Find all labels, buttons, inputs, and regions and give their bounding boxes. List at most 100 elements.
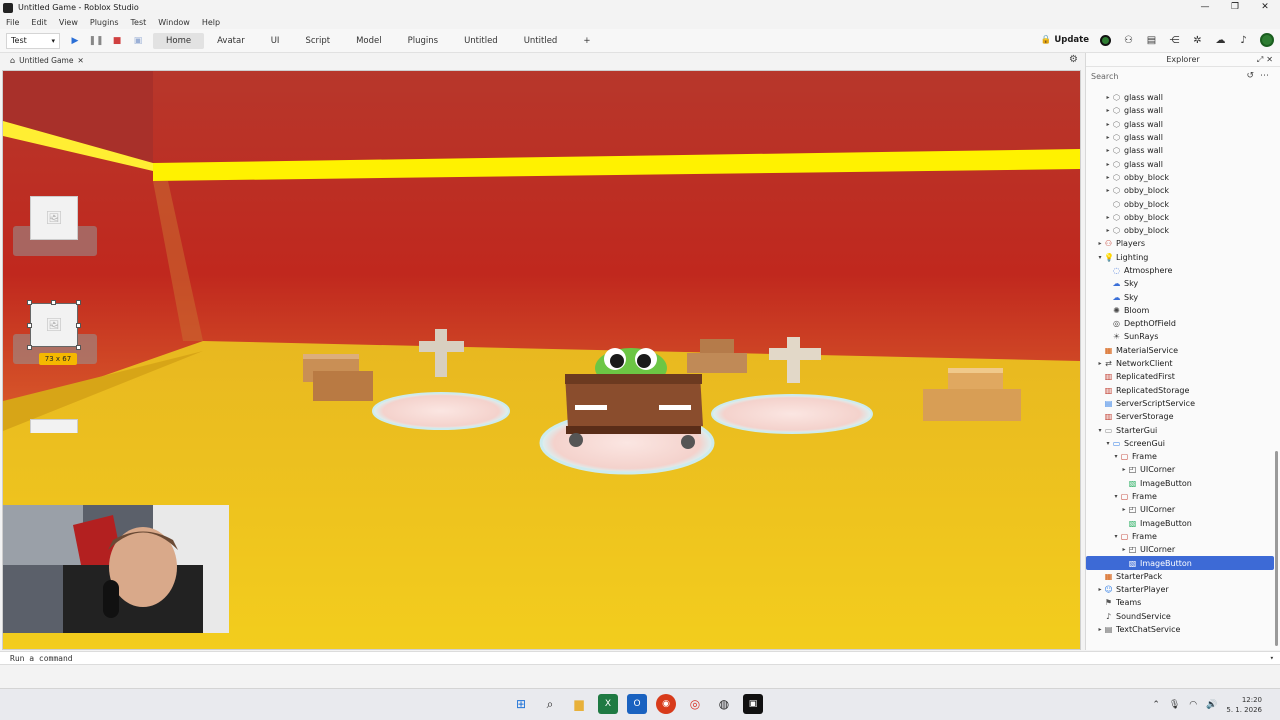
explorer-item-glass-wall[interactable]: ▸ ⬡ glass wall [1086, 104, 1274, 117]
explorer-item-networkclient[interactable]: ▸ ⇄ NetworkClient [1086, 357, 1274, 370]
selection-handle[interactable] [51, 300, 56, 305]
explorer-item-imagebutton[interactable]: ▧ ImageButton [1086, 556, 1274, 570]
explorer-item-replicatedstorage[interactable]: ▥ ReplicatedStorage [1086, 384, 1274, 397]
chevron-right-icon[interactable]: ▸ [1104, 134, 1112, 141]
command-input[interactable]: Run a command [10, 654, 73, 663]
chevron-down-icon[interactable]: ▾ [1112, 493, 1120, 500]
mode-select[interactable]: Test ▾ [6, 32, 60, 49]
explorer-item-sky[interactable]: ☁ Sky [1086, 290, 1274, 303]
chevron-down-icon[interactable]: ▾ [1096, 427, 1104, 434]
chevron-right-icon[interactable]: ▸ [1104, 121, 1112, 128]
chrome-icon[interactable]: ◎ [685, 694, 705, 714]
explorer-item-serverstorage[interactable]: ▥ ServerStorage [1086, 410, 1274, 423]
explorer-item-obby-block[interactable]: ▸ ⬡ obby_block [1086, 184, 1274, 197]
status-icon[interactable] [1099, 34, 1112, 47]
3d-viewport[interactable]: 🖼 🖼 73 x 67 [2, 70, 1081, 650]
popout-icon[interactable]: ⤢ [1257, 55, 1266, 64]
chevron-right-icon[interactable]: ▸ [1104, 214, 1112, 221]
wifi-icon[interactable]: ◠ [1189, 700, 1197, 710]
menu-test[interactable]: Test [131, 18, 147, 27]
chevron-right-icon[interactable]: ▸ [1104, 187, 1112, 194]
command-bar[interactable]: Run a command ▾ [0, 651, 1280, 665]
chevron-right-icon[interactable]: ▸ [1096, 240, 1104, 247]
add-tab-button[interactable]: + [570, 33, 603, 49]
close-icon[interactable]: ✕ [1266, 55, 1276, 64]
maximize-button[interactable]: ❐ [1220, 0, 1250, 15]
tab-script[interactable]: Script [292, 33, 343, 49]
chevron-right-icon[interactable]: ▸ [1104, 107, 1112, 114]
tab-untitled-2[interactable]: Untitled [511, 33, 571, 49]
explorer-scrollbar[interactable] [1275, 451, 1278, 646]
obs-icon[interactable]: ◍ [714, 694, 734, 714]
explorer-item-glass-wall[interactable]: ▸ ⬡ glass wall [1086, 118, 1274, 131]
explorer-item-obby-block[interactable]: ⬡ obby_block [1086, 197, 1274, 210]
explorer-item-starterplayer[interactable]: ▸ ☺ StarterPlayer [1086, 583, 1274, 596]
tab-plugins[interactable]: Plugins [395, 33, 451, 49]
explorer-item-sunrays[interactable]: ☀ SunRays [1086, 330, 1274, 343]
explorer-item-textchatservice[interactable]: ▸ ▤ TextChatService [1086, 623, 1274, 636]
explorer-item-bloom[interactable]: ✺ Bloom [1086, 304, 1274, 317]
explorer-item-obby-block[interactable]: ▸ ⬡ obby_block [1086, 211, 1274, 224]
explorer-item-glass-wall[interactable]: ▸ ⬡ glass wall [1086, 144, 1274, 157]
explorer-item-soundservice[interactable]: ♪ SoundService [1086, 610, 1274, 623]
share-icon[interactable]: ⋲ [1168, 34, 1181, 47]
ai-assistant-icon[interactable]: ✲ [1191, 34, 1204, 47]
collaborators-icon[interactable]: ⚇ [1122, 34, 1135, 47]
explorer-item-starterpack[interactable]: ▦ StarterPack [1086, 570, 1274, 583]
pause-icon[interactable]: ❚❚ [88, 36, 103, 46]
chevron-right-icon[interactable]: ▸ [1120, 466, 1128, 473]
chevron-right-icon[interactable]: ▸ [1104, 147, 1112, 154]
explorer-item-serverscriptservice[interactable]: ▤ ServerScriptService [1086, 397, 1274, 410]
explorer-item-screengui[interactable]: ▾ ▭ ScreenGui [1086, 437, 1274, 450]
selection-handle[interactable] [27, 323, 32, 328]
step-icon[interactable]: ▣ [133, 36, 143, 46]
chat-icon[interactable]: ▤ [1145, 34, 1158, 47]
chevron-down-icon[interactable]: ▾ [1112, 533, 1120, 540]
selection-handle[interactable] [27, 300, 32, 305]
explorer-item-imagebutton[interactable]: ▧ ImageButton [1086, 477, 1274, 490]
pdf-icon[interactable]: ◉ [656, 694, 676, 714]
file-explorer-icon[interactable]: ▆ [569, 694, 589, 714]
search-input[interactable]: Search [1091, 72, 1118, 81]
image-button-2-selected[interactable]: 🖼 [30, 303, 78, 347]
chevron-down-icon[interactable]: ▾ [1104, 440, 1112, 447]
minimize-button[interactable]: — [1190, 0, 1220, 15]
microphone-icon[interactable]: 🎙 [1169, 700, 1180, 710]
tab-model[interactable]: Model [343, 33, 395, 49]
gear-icon[interactable]: ⚙ [1069, 54, 1078, 65]
explorer-item-atmosphere[interactable]: ◌ Atmosphere [1086, 264, 1274, 277]
explorer-item-glass-wall[interactable]: ▸ ⬡ glass wall [1086, 131, 1274, 144]
selection-handle[interactable] [27, 345, 32, 350]
tab-avatar[interactable]: Avatar [204, 33, 258, 49]
explorer-item-uicorner[interactable]: ▸ ◰ UICorner [1086, 543, 1274, 556]
chevron-right-icon[interactable]: ▸ [1096, 626, 1104, 633]
explorer-item-uicorner[interactable]: ▸ ◰ UICorner [1086, 463, 1274, 476]
history-icon[interactable]: ↺ [1246, 71, 1260, 81]
explorer-item-frame[interactable]: ▾ ▢ Frame [1086, 450, 1274, 463]
volume-icon[interactable]: 🔊 [1206, 700, 1217, 710]
explorer-item-players[interactable]: ▸ ⚇ Players [1086, 237, 1274, 250]
explorer-item-glass-wall[interactable]: ▸ ⬡ glass wall [1086, 157, 1274, 170]
menu-edit[interactable]: Edit [31, 18, 47, 27]
explorer-item-glass-wall[interactable]: ▸ ⬡ glass wall [1086, 91, 1274, 104]
explorer-item-obby-block[interactable]: ▸ ⬡ obby_block [1086, 224, 1274, 237]
image-button-1[interactable]: 🖼 [30, 196, 78, 240]
explorer-item-materialservice[interactable]: ▦ MaterialService [1086, 344, 1274, 357]
explorer-item-obby-block[interactable]: ▸ ⬡ obby_block [1086, 171, 1274, 184]
explorer-item-lighting[interactable]: ▾ 💡 Lighting [1086, 251, 1274, 264]
chevron-right-icon[interactable]: ▸ [1120, 546, 1128, 553]
notifications-icon[interactable]: ♪ [1237, 34, 1250, 47]
chevron-right-icon[interactable]: ▸ [1096, 586, 1104, 593]
explorer-item-sky[interactable]: ☁ Sky [1086, 277, 1274, 290]
explorer-item-frame[interactable]: ▾ ▢ Frame [1086, 530, 1274, 543]
menu-file[interactable]: File [6, 18, 19, 27]
excel-icon[interactable]: X [598, 694, 618, 714]
explorer-item-depthoffield[interactable]: ◎ DepthOfField [1086, 317, 1274, 330]
avatar[interactable] [1260, 33, 1274, 47]
stop-icon[interactable]: ■ [112, 36, 122, 46]
menu-window[interactable]: Window [158, 18, 190, 27]
selection-handle[interactable] [76, 323, 81, 328]
tab-ui[interactable]: UI [258, 33, 293, 49]
chevron-right-icon[interactable]: ▸ [1104, 161, 1112, 168]
explorer-item-uicorner[interactable]: ▸ ◰ UICorner [1086, 503, 1274, 516]
